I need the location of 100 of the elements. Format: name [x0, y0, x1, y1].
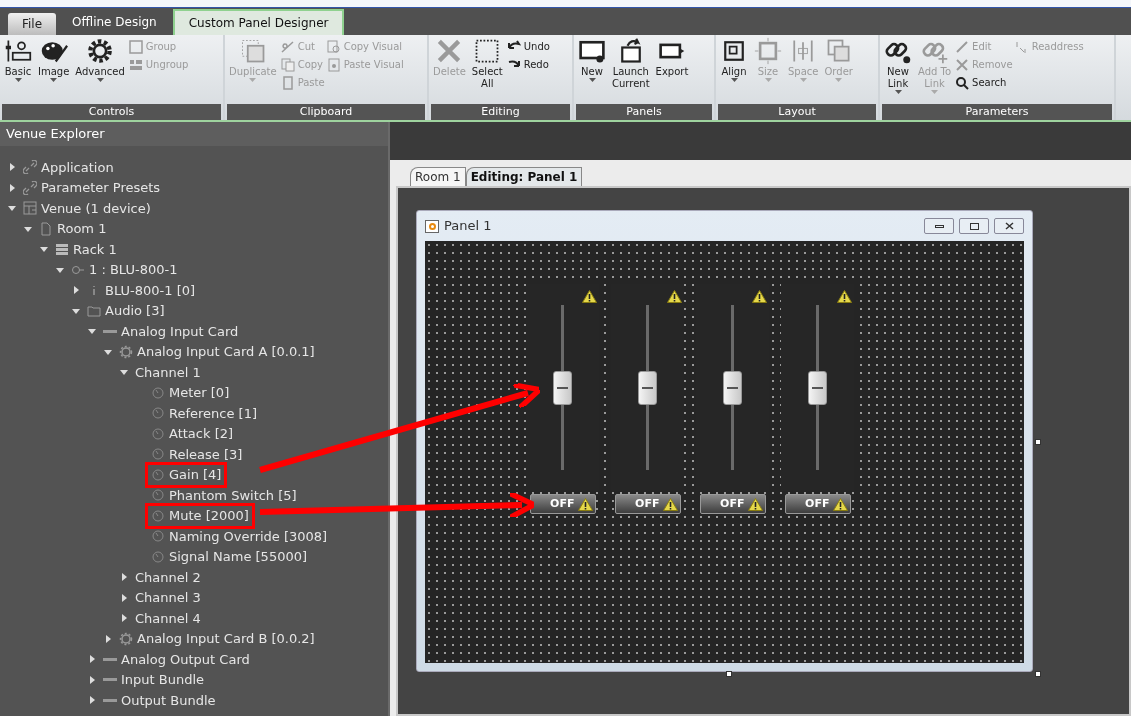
- tree-item[interactable]: Rack 1: [52, 239, 120, 259]
- close-button[interactable]: [994, 218, 1024, 234]
- collapse-icon[interactable]: [72, 306, 80, 315]
- group-label: Editing: [431, 104, 570, 120]
- copy-icon: [280, 57, 295, 72]
- document-tab[interactable]: Room 1: [410, 167, 466, 186]
- tree-item[interactable]: Meter [0]: [148, 383, 233, 403]
- tree-item[interactable]: Venue (1 device): [20, 198, 154, 218]
- tree-item[interactable]: Channel 1: [132, 362, 204, 382]
- document-tab[interactable]: Editing: Panel 1: [465, 167, 583, 186]
- ribbon-button[interactable]: Search: [955, 75, 1013, 90]
- maximize-button[interactable]: [959, 218, 989, 234]
- resize-handle[interactable]: [1035, 671, 1041, 677]
- ribbon-button[interactable]: Align: [718, 37, 750, 82]
- mute-button[interactable]: OFF: [699, 494, 766, 514]
- expand-icon[interactable]: [8, 183, 16, 192]
- app-icon: [425, 219, 439, 233]
- tree-item[interactable]: Channel 3: [132, 588, 204, 608]
- caret-icon: [50, 78, 58, 82]
- fader-thumb[interactable]: [553, 370, 572, 405]
- gear-icon: [119, 631, 133, 646]
- expand-icon[interactable]: [72, 286, 80, 295]
- tree-item[interactable]: BLU-800-1 [0]: [84, 280, 199, 300]
- minimize-button[interactable]: [924, 218, 954, 234]
- tree-item[interactable]: Output Bundle: [100, 690, 219, 710]
- resize-handle[interactable]: [1035, 439, 1041, 445]
- document-icon: [39, 221, 53, 236]
- ribbon-button[interactable]: Undo: [506, 39, 550, 54]
- caret-icon: [249, 78, 257, 82]
- tree-item[interactable]: Analog Input Card A [0.0.1]: [116, 342, 318, 362]
- search-icon: [955, 75, 970, 90]
- expand-icon[interactable]: [88, 655, 96, 664]
- tree-item[interactable]: Mute [2000]: [148, 506, 252, 526]
- resize-handle[interactable]: [726, 671, 732, 677]
- collapse-icon[interactable]: [8, 204, 16, 213]
- fader-thumb[interactable]: [723, 370, 742, 405]
- card-icon: [103, 657, 117, 661]
- fader-thumb[interactable]: [638, 370, 657, 405]
- dial-icon: [151, 426, 165, 441]
- expand-icon[interactable]: [120, 593, 128, 602]
- app-tab[interactable]: Custom Panel Designer: [172, 9, 345, 35]
- expand-icon[interactable]: [8, 163, 16, 172]
- dial-icon: [151, 406, 165, 421]
- caret-icon: [96, 78, 104, 82]
- expand-icon[interactable]: [120, 614, 128, 623]
- ribbon-button[interactable]: Advanced: [73, 37, 127, 82]
- group-label: Controls: [2, 104, 221, 120]
- mute-button[interactable]: OFF: [614, 494, 681, 514]
- ribbon-button[interactable]: Redo: [506, 57, 550, 72]
- tree-item[interactable]: Reference [1]: [148, 403, 260, 423]
- collapse-icon[interactable]: [88, 327, 96, 336]
- caret-icon: [799, 78, 807, 82]
- expand-icon[interactable]: [88, 675, 96, 684]
- scissors-icon: [280, 39, 295, 54]
- rack-icon: [55, 242, 69, 257]
- tree-item[interactable]: Analog Input Card B [0.0.2]: [116, 629, 318, 649]
- expand-icon[interactable]: [88, 696, 96, 705]
- group-label: Layout: [718, 104, 876, 120]
- caret-icon: [588, 78, 596, 82]
- ribbon-button[interactable]: New: [576, 37, 608, 82]
- tree-item[interactable]: Naming Override [3008]: [148, 526, 331, 546]
- fader-thumb[interactable]: [808, 370, 827, 405]
- mute-button[interactable]: OFF: [784, 494, 851, 514]
- tree-item[interactable]: Release [3]: [148, 444, 246, 464]
- ribbon-button[interactable]: Launch Current: [610, 37, 652, 90]
- collapse-icon[interactable]: [40, 245, 48, 254]
- mute-button[interactable]: OFF: [529, 494, 596, 514]
- tree-item[interactable]: Signal Name [55000]: [148, 547, 311, 567]
- tree-item[interactable]: Input Bundle: [100, 670, 208, 690]
- tree-item[interactable]: Analog Output Card: [100, 649, 253, 669]
- tree-item[interactable]: Audio [3]: [84, 301, 168, 321]
- tree-item[interactable]: Parameter Presets: [20, 178, 164, 198]
- ribbon-button[interactable]: New Link: [882, 37, 914, 94]
- close-icon: [955, 57, 970, 72]
- expand-icon[interactable]: [104, 634, 112, 643]
- ribbon-button[interactable]: Image: [36, 37, 72, 82]
- tree-item[interactable]: Attack [2]: [148, 424, 237, 444]
- ribbon-button[interactable]: Select All: [469, 37, 505, 90]
- app-tab[interactable]: File: [8, 13, 57, 35]
- window-title: Panel 1: [444, 217, 492, 236]
- tree-item[interactable]: Gain [4]: [148, 465, 225, 485]
- tree-item[interactable]: Phantom Switch [5]: [148, 485, 300, 505]
- link-icon: [23, 180, 37, 195]
- expand-icon[interactable]: [120, 573, 128, 582]
- collapse-icon[interactable]: [24, 224, 32, 233]
- collapse-icon[interactable]: [56, 265, 64, 274]
- tree-item[interactable]: 1 : BLU-800-1: [68, 260, 181, 280]
- collapse-icon[interactable]: [104, 347, 112, 356]
- ribbon-button[interactable]: Basic: [2, 37, 34, 82]
- close-icon: [1004, 222, 1014, 230]
- tree-item[interactable]: Application: [20, 157, 117, 177]
- tree-item[interactable]: Channel 2: [132, 567, 204, 587]
- tool-icon: [326, 39, 341, 54]
- tree-item[interactable]: Analog Input Card: [100, 321, 242, 341]
- ribbon-button[interactable]: Export: [653, 37, 691, 78]
- tree-item[interactable]: Room 1: [36, 219, 110, 239]
- app-tab[interactable]: Offline Design: [58, 9, 171, 35]
- collapse-icon[interactable]: [120, 368, 128, 377]
- tree-item[interactable]: Channel 4: [132, 608, 204, 628]
- gear-icon: [86, 37, 115, 65]
